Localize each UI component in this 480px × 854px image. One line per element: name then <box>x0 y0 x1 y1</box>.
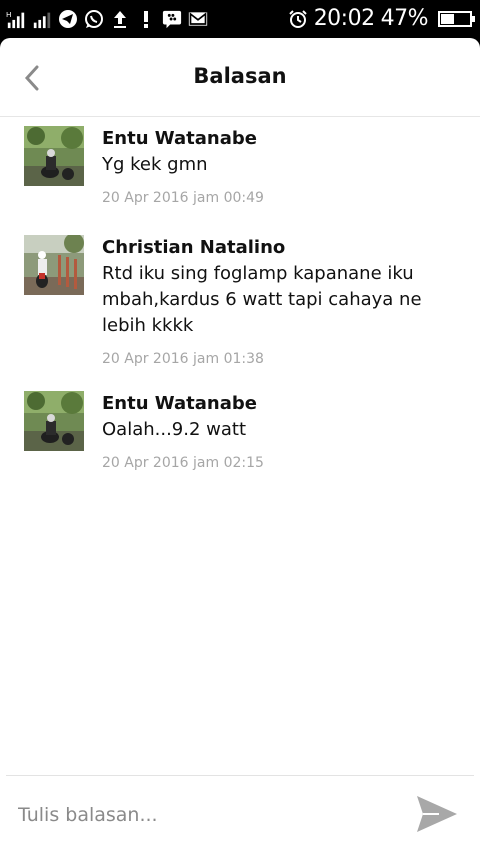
avatar[interactable] <box>24 391 84 451</box>
upload-icon <box>110 9 130 29</box>
svg-text:H: H <box>6 10 11 19</box>
whatsapp-icon <box>84 9 104 29</box>
reply-body: Entu Watanabe Yg kek gmn 20 Apr 2016 jam… <box>102 126 462 208</box>
clock: 20:02 <box>313 6 375 31</box>
battery-level <box>441 14 454 24</box>
reply-timestamp: 20 Apr 2016 jam 02:15 <box>102 455 264 471</box>
reply-author[interactable]: Entu Watanabe <box>102 126 462 152</box>
avatar[interactable] <box>24 126 84 186</box>
battery-percent: 47% <box>380 6 429 31</box>
signal-icon: H <box>6 9 26 29</box>
reply-text: Oalah...9.2 watt <box>102 419 247 440</box>
signal-icon <box>32 9 52 29</box>
page-title: Balasan <box>193 64 287 88</box>
reply-body: Entu Watanabe Oalah...9.2 watt 20 Apr 20… <box>102 391 462 473</box>
bbm-icon <box>162 9 182 29</box>
telegram-icon <box>58 9 78 29</box>
reply-text: Yg kek gmn <box>102 154 208 175</box>
system-status: 20:02 47% <box>288 6 475 32</box>
reply-body: Christian Natalino Rtd iku sing foglamp … <box>102 235 462 369</box>
alert-icon <box>136 9 156 29</box>
header: Balasan <box>0 38 480 117</box>
reply-author[interactable]: Entu Watanabe <box>102 391 462 417</box>
send-button[interactable] <box>414 792 460 836</box>
status-bar: H 20:02 47% <box>0 0 480 38</box>
reply-composer <box>6 775 474 854</box>
reply-input[interactable] <box>16 790 400 840</box>
alarm-icon <box>288 9 308 29</box>
reply-timestamp: 20 Apr 2016 jam 00:49 <box>102 190 264 206</box>
notification-icons: H <box>6 6 208 32</box>
reply-author[interactable]: Christian Natalino <box>102 235 462 261</box>
replies-screen: Balasan Entu Watanabe Yg kek gmn 20 Apr … <box>0 38 480 854</box>
reply-timestamp: 20 Apr 2016 jam 01:38 <box>102 351 264 367</box>
battery-icon <box>438 11 475 27</box>
avatar[interactable] <box>24 235 84 295</box>
gmail-icon <box>188 9 208 29</box>
reply-text: Rtd iku sing foglamp kapanane iku mbah,k… <box>102 263 422 336</box>
send-icon <box>417 796 457 832</box>
